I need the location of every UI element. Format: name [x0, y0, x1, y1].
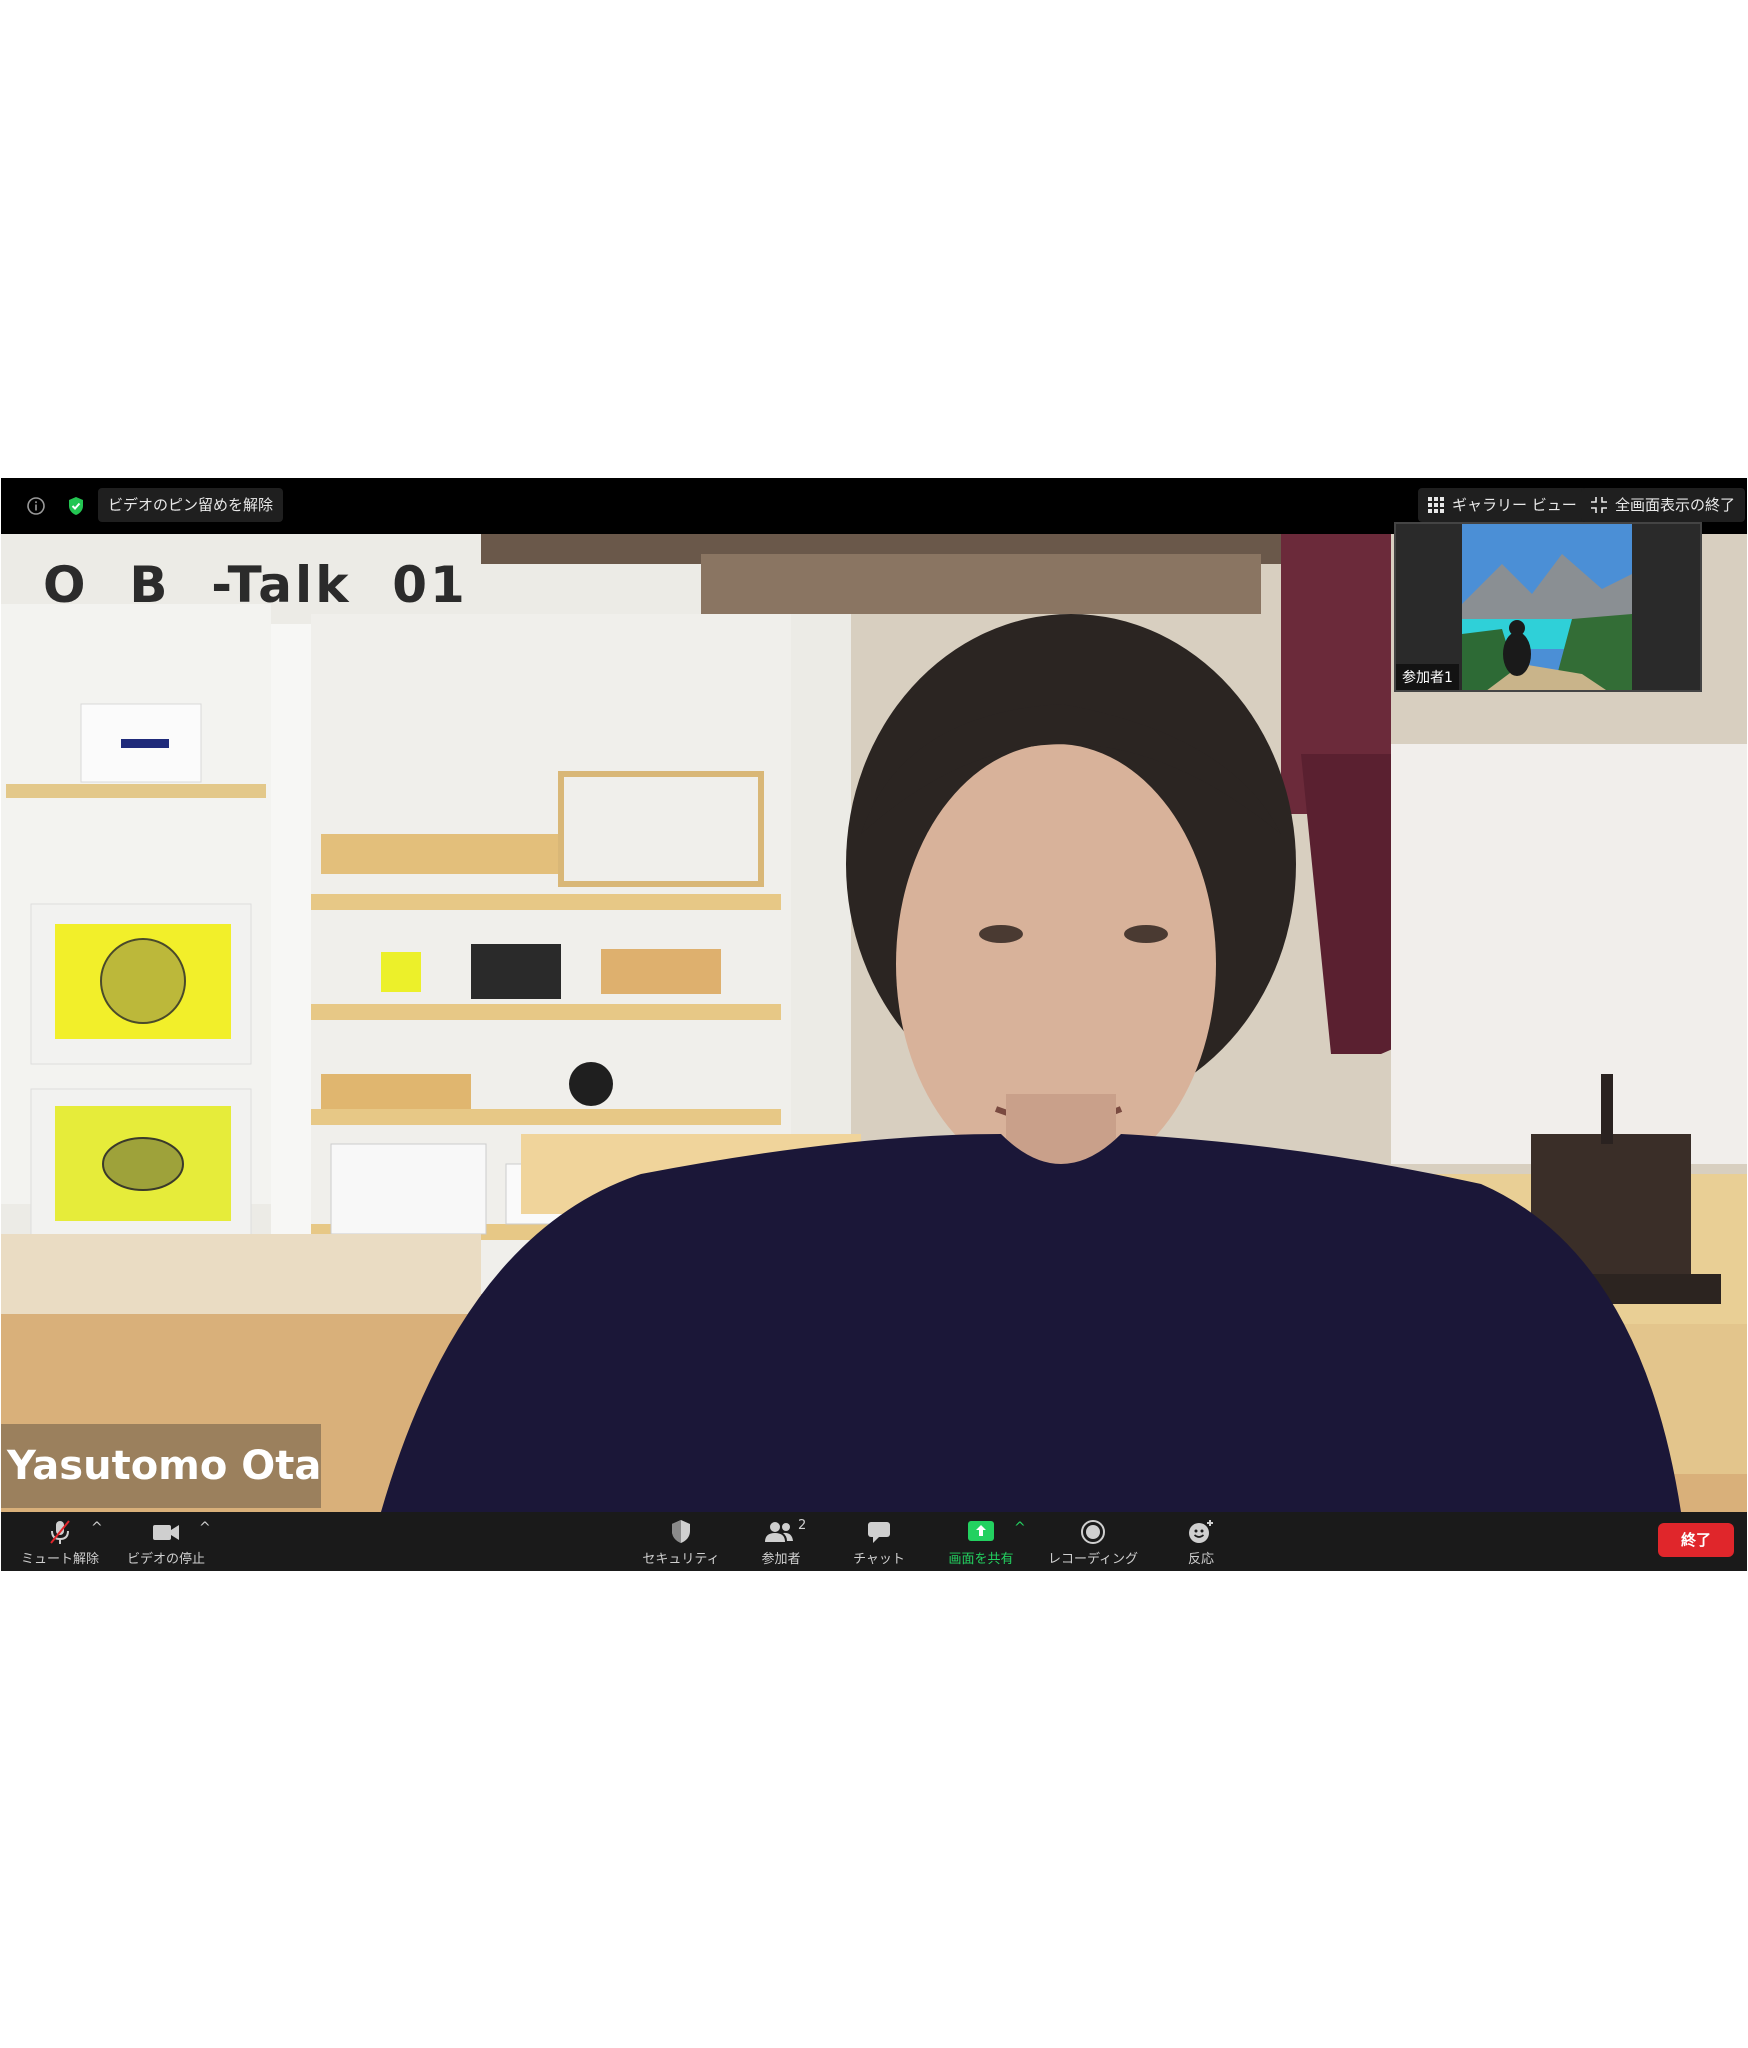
exit-fullscreen-label: 全画面表示の終了	[1615, 496, 1736, 514]
record-label: レコーディング	[1047, 1552, 1139, 1567]
exit-fullscreen-icon	[1591, 497, 1607, 513]
share-screen-label: 画面を共有	[948, 1552, 1014, 1567]
stop-video-label: ビデオの停止	[126, 1552, 205, 1567]
end-meeting-button[interactable]: 終了	[1658, 1523, 1734, 1557]
stop-video-button[interactable]: ビデオの停止	[121, 1516, 211, 1568]
info-icon[interactable]	[25, 495, 47, 517]
reactions-label: 反応	[1187, 1552, 1214, 1567]
smiley-add-icon	[1189, 1520, 1213, 1543]
security-button[interactable]: セキュリティ	[633, 1516, 729, 1568]
audio-options-caret[interactable]: ^	[91, 1520, 103, 1536]
reactions-button[interactable]: 反応	[1171, 1516, 1231, 1568]
microphone-muted-icon	[50, 1520, 70, 1544]
gallery-view-label: ギャラリー ビュー	[1452, 496, 1577, 514]
share-screen-button[interactable]: 画面を共有	[941, 1516, 1021, 1568]
record-icon	[1081, 1520, 1105, 1544]
shield-icon	[672, 1520, 690, 1543]
participants-count-badge: 2	[798, 1518, 807, 1533]
video-camera-icon	[153, 1525, 179, 1540]
security-label: セキュリティ	[642, 1552, 720, 1567]
participant-video-thumbnail	[1462, 524, 1632, 690]
exit-fullscreen-button[interactable]: 全画面表示の終了	[1581, 488, 1746, 522]
participant-thumbnail[interactable]: 参加者1	[1394, 522, 1702, 692]
shield-check-icon[interactable]	[65, 495, 87, 517]
participant-thumbnail-label: 参加者1	[1396, 664, 1459, 690]
unmute-label: ミュート解除	[20, 1552, 99, 1567]
video-overlay-title: O B -Talk 01	[43, 556, 468, 614]
meeting-window: ビデオのピン留めを解除 ギャラリー ビュー 全画面表示の終了 O B -Talk…	[1, 478, 1747, 1571]
chat-bubble-icon	[868, 1522, 890, 1543]
chat-label: チャット	[853, 1552, 905, 1567]
participants-label: 参加者	[761, 1552, 801, 1567]
unpin-video-button[interactable]: ビデオのピン留めを解除	[98, 488, 284, 522]
speaker-name-tag: Yasutomo Ota	[1, 1424, 321, 1508]
record-button[interactable]: レコーディング	[1045, 1516, 1141, 1568]
chat-button[interactable]: チャット	[839, 1516, 919, 1568]
participants-button[interactable]: 参加者	[743, 1516, 819, 1568]
unpin-video-label: ビデオのピン留めを解除	[108, 496, 274, 514]
share-screen-icon	[968, 1521, 994, 1541]
gallery-view-button[interactable]: ギャラリー ビュー	[1418, 488, 1587, 522]
share-options-caret[interactable]: ^	[1014, 1520, 1026, 1536]
bottom-toolbar: ミュート解除 ^ ビデオの停止 ^ セキュリティ 参加者 2 チャット 画面を共…	[1, 1512, 1747, 1571]
grid-icon	[1428, 497, 1444, 513]
video-options-caret[interactable]: ^	[199, 1520, 211, 1536]
speaker-name: Yasutomo Ota	[7, 1443, 322, 1489]
participants-icon	[765, 1522, 793, 1542]
